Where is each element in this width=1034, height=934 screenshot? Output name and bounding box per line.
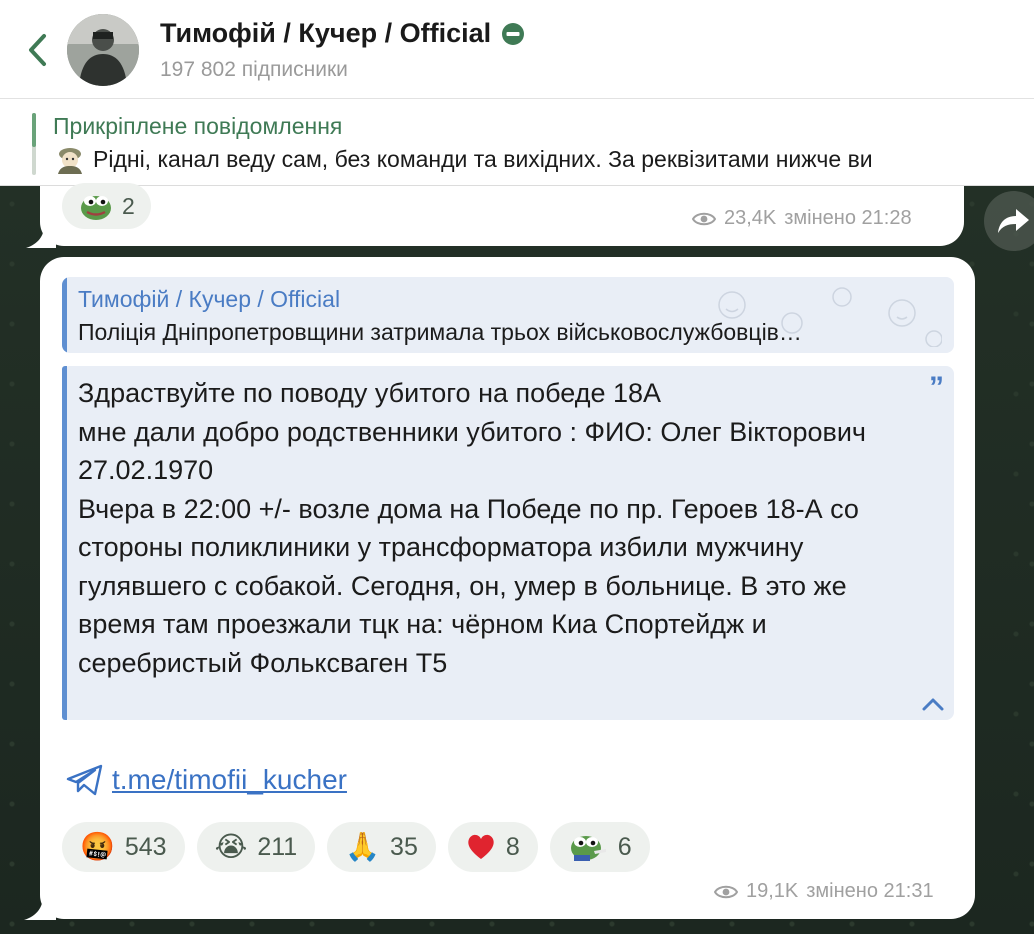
chat-header: Тимофій / Кучер / Official 197 802 підпи… (0, 0, 1034, 99)
angry-face-icon: 🤬 (80, 830, 115, 863)
reaction-angry[interactable]: 🤬 543 (62, 822, 185, 872)
reply-preview[interactable]: Тимофій / Кучер / Official Поліція Дніпр… (62, 277, 954, 353)
eye-icon (714, 885, 738, 898)
red-heart-icon (468, 834, 494, 859)
view-count: 19,1K (746, 880, 799, 902)
soldier-emoji-icon (58, 148, 82, 174)
no-entry-badge-icon (502, 22, 525, 45)
eye-icon (692, 212, 716, 225)
quote-block: Здраствуйте по поводу убитого на победе … (62, 366, 954, 720)
telegram-plane-icon (66, 764, 103, 796)
chevron-up-icon[interactable] (920, 694, 946, 714)
message-meta: 19,1K змінено 21:31 (714, 880, 934, 903)
reaction-heart[interactable]: 8 (447, 822, 538, 872)
channel-name: Тимофій / Кучер / Official (160, 18, 492, 48)
edited-time: змінено 21:28 (784, 207, 912, 229)
reaction-count: 8 (505, 832, 520, 861)
view-count: 23,4K (724, 207, 777, 229)
pinned-text: Рідні, канал веду сам, без команди та ви… (93, 145, 873, 172)
reaction-crying[interactable]: 😭 211 (196, 822, 316, 872)
reaction-count: 2 (122, 192, 135, 219)
channel-link[interactable]: t.me/timofii_kucher (112, 764, 347, 796)
reply-author: Тимофій / Кучер / Official (78, 286, 341, 312)
reaction-count: 543 (124, 832, 167, 861)
crying-face-icon: 😭 (214, 830, 248, 863)
reaction-pepe[interactable]: 6 (549, 822, 650, 872)
pepe-frog-icon (81, 196, 111, 220)
quote-mark-icon: ” (929, 371, 944, 404)
pepe-frog-icon (570, 836, 606, 861)
reaction-count: 6 (617, 832, 632, 861)
quote-text: Здраствуйте по поводу убитого на победе … (78, 378, 866, 678)
folded-hands-icon: 🙏 (345, 830, 381, 863)
chevron-left-icon (29, 34, 46, 66)
reaction-pepe[interactable]: 2 (62, 183, 151, 229)
smiley-pattern-icon (718, 287, 942, 347)
share-arrow-icon (998, 209, 1029, 233)
pinned-title: Прикріплене повідомлення (53, 113, 343, 139)
edited-time: змінено 21:31 (806, 880, 934, 902)
channel-link-row: t.me/timofii_kucher (66, 764, 347, 796)
back-button[interactable] (22, 30, 52, 70)
reaction-pray[interactable]: 🙏 35 (327, 822, 436, 872)
pinned-indicator (32, 113, 36, 175)
subscriber-count: 197 802 підписники (160, 58, 348, 81)
pinned-message-bar[interactable]: Прикріплене повідомлення Рідні, канал ве… (0, 99, 1034, 186)
reaction-count: 211 (257, 832, 298, 861)
reaction-bar: 🤬 543 😭 211 🙏 35 8 6 (62, 822, 650, 872)
pinned-text-row: Рідні, канал веду сам, без команди та ви… (53, 144, 1034, 174)
channel-avatar[interactable] (67, 14, 139, 86)
channel-title[interactable]: Тимофій / Кучер / Official (160, 18, 525, 49)
reaction-count: 35 (390, 832, 418, 861)
message-meta: 23,4K змінено 21:28 (692, 207, 912, 230)
